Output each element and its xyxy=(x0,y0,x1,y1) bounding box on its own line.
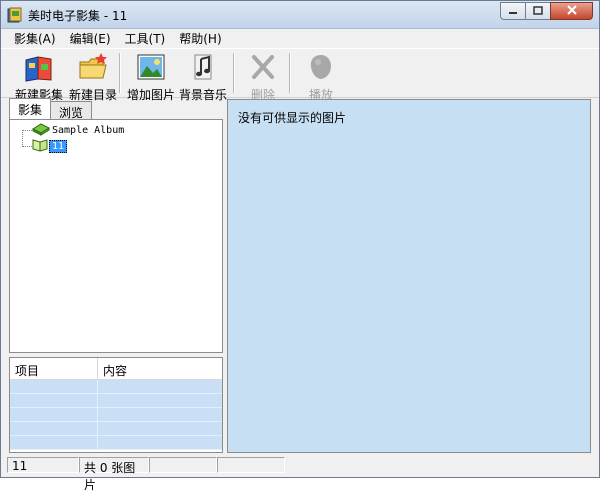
window-title: 美时电子影集 - 11 xyxy=(28,9,128,23)
menu-help[interactable]: 帮助(H) xyxy=(172,30,228,47)
background-music-label: 背景音乐 xyxy=(179,88,228,102)
tab-album[interactable]: 影集 xyxy=(9,98,52,119)
status-panel xyxy=(217,457,285,473)
new-album-icon xyxy=(23,52,55,85)
column-header-item[interactable]: 项目 xyxy=(10,358,98,379)
maximize-button[interactable] xyxy=(525,2,551,20)
toolbar-separator xyxy=(233,53,235,93)
status-bar: 11 共 0 张图片 xyxy=(1,455,599,492)
open-book-icon xyxy=(32,138,48,155)
column-header-content[interactable]: 内容 xyxy=(98,358,127,379)
picture-icon xyxy=(135,52,167,85)
play-slideshow-icon xyxy=(305,52,337,85)
new-folder-button[interactable]: 新建目录 xyxy=(69,52,117,102)
maximize-icon xyxy=(533,5,543,18)
tree-line xyxy=(22,130,32,131)
empty-message: 没有可供显示的图片 xyxy=(238,111,347,125)
play-button[interactable]: 播放 xyxy=(305,52,337,102)
delete-button[interactable]: 删除 xyxy=(247,52,279,102)
menu-bar: 影集(A) 编辑(E) 工具(T) 帮助(H) xyxy=(1,29,599,47)
tab-browse[interactable]: 浏览 xyxy=(50,101,93,120)
tree-line xyxy=(22,146,32,147)
tree-line xyxy=(22,130,23,147)
table-row xyxy=(10,380,222,394)
title-bar[interactable]: 美时电子影集 - 11 xyxy=(1,1,599,29)
status-picture-count: 共 0 张图片 xyxy=(79,457,149,492)
album-tree[interactable]: Sample Album 11 xyxy=(9,119,223,353)
table-row xyxy=(10,436,222,450)
add-picture-button[interactable]: 增加图片 xyxy=(127,52,175,102)
add-picture-label: 增加图片 xyxy=(127,88,176,102)
toolbar: 新建影集 新建目录 增加图片 背景音乐 删除 播放 xyxy=(1,48,599,102)
left-pane-tabs: 影集 浏览 xyxy=(9,98,93,120)
toolbar-separator xyxy=(289,53,291,93)
tree-item-11[interactable]: 11 xyxy=(32,138,68,155)
table-row xyxy=(10,422,222,436)
tree-item-label: Sample Album xyxy=(52,125,125,136)
property-grid: 项目 内容 xyxy=(9,357,223,453)
app-window: 美时电子影集 - 11 影集(A) 编辑(E) 工具(T) 帮助(H) 新建影集… xyxy=(0,0,600,492)
music-note-icon xyxy=(187,52,219,85)
app-album-icon xyxy=(7,7,23,23)
toolbar-separator xyxy=(119,53,121,93)
picture-view[interactable]: 没有可供显示的图片 xyxy=(227,99,591,453)
delete-x-icon xyxy=(247,52,279,85)
album-icon xyxy=(31,122,51,139)
menu-edit[interactable]: 编辑(E) xyxy=(63,30,118,47)
status-panel xyxy=(285,457,591,473)
table-row xyxy=(10,394,222,408)
tree-item-label: 11 xyxy=(49,140,68,153)
table-row xyxy=(10,408,222,422)
status-panel xyxy=(149,457,217,473)
tree-item-sample-album[interactable]: Sample Album xyxy=(31,122,125,139)
status-album-name: 11 xyxy=(7,457,79,473)
new-folder-icon xyxy=(77,52,109,85)
menu-album[interactable]: 影集(A) xyxy=(7,30,63,47)
minimize-button[interactable] xyxy=(500,2,526,20)
new-album-button[interactable]: 新建影集 xyxy=(15,52,63,102)
close-icon xyxy=(566,4,577,18)
background-music-button[interactable]: 背景音乐 xyxy=(179,52,227,102)
grid-header: 项目 内容 xyxy=(10,358,222,380)
close-button[interactable] xyxy=(550,2,593,20)
menu-tools[interactable]: 工具(T) xyxy=(118,30,173,47)
minimize-icon xyxy=(508,5,518,18)
